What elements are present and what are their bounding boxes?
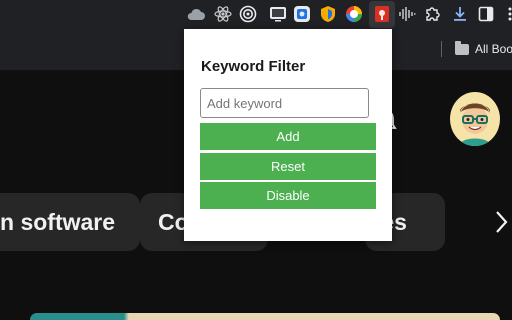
more-icon[interactable] [500,4,512,24]
browser-toolbar [0,0,512,28]
color-extension-icon[interactable] [344,4,364,24]
reset-button[interactable]: Reset [200,153,376,180]
keyword-filter-popup: Keyword Filter Add Reset Disable [184,29,392,241]
all-bookmarks-button[interactable]: All Bookm [455,40,512,58]
video-thumbnail-edge [30,313,500,320]
disable-button[interactable]: Disable [200,182,376,209]
target-extension-icon[interactable] [238,4,258,24]
add-button[interactable]: Add [200,123,376,150]
screen-extension-icon[interactable] [292,4,312,24]
chevron-right-icon[interactable] [491,208,511,236]
category-chip[interactable]: n software [0,193,140,251]
shield-extension-icon[interactable] [318,4,338,24]
react-devtools-icon[interactable] [213,4,233,24]
category-chip-label: n software [0,208,116,235]
cloud-extension-icon[interactable] [186,4,206,24]
avatar[interactable] [450,92,500,146]
screen-extension-icon[interactable] [268,4,288,24]
puzzle-extensions-icon[interactable] [423,4,443,24]
folder-icon [455,40,469,55]
popup-title: Keyword Filter [201,58,306,75]
keyword-input[interactable] [200,88,369,118]
keyword-filter-extension-icon[interactable] [372,4,392,24]
audio-wave-icon[interactable] [397,4,417,24]
side-panel-icon[interactable] [476,4,496,24]
download-icon[interactable] [450,4,470,24]
bookmarks-divider [441,41,442,57]
all-bookmarks-label: All Bookm [475,42,512,56]
